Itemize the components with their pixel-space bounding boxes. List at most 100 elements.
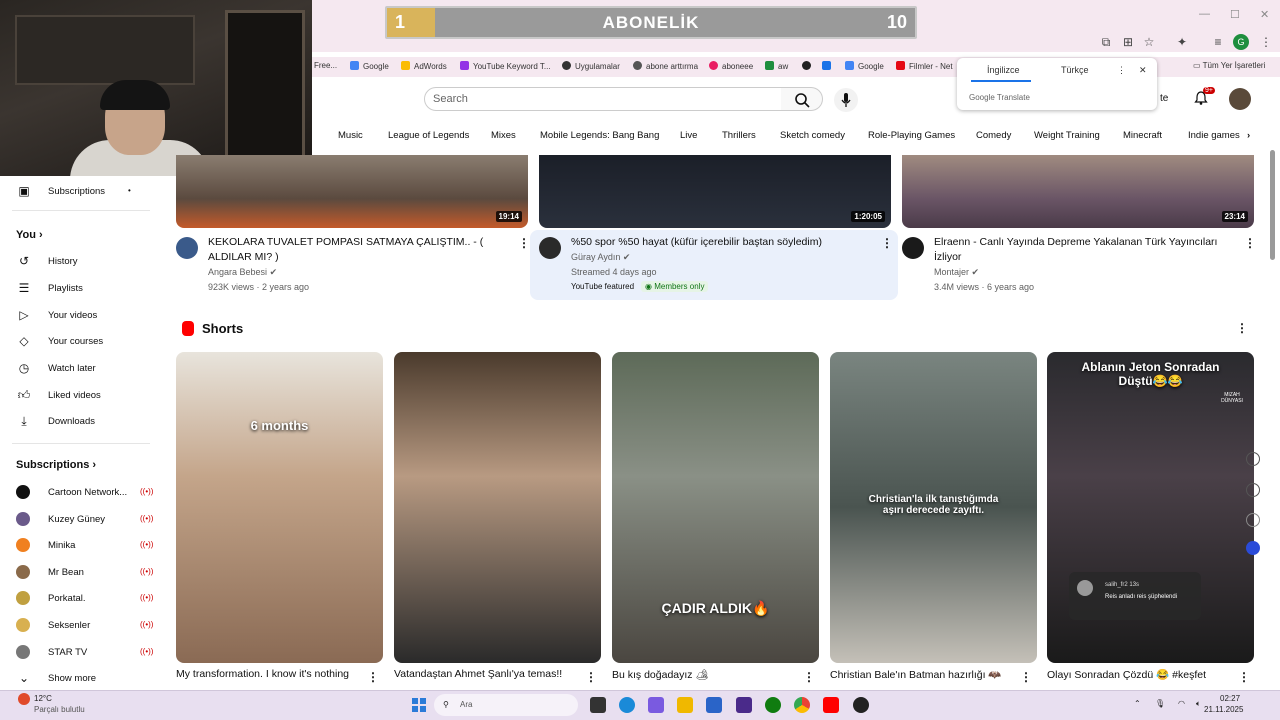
create-button-label[interactable]: te xyxy=(1160,93,1168,104)
bookmark-item[interactable]: abone arttırma xyxy=(633,61,698,71)
short-menu-icon[interactable]: ⋮ xyxy=(1238,670,1250,684)
wifi-icon[interactable]: ◠ xyxy=(1178,699,1185,708)
short-thumbnail[interactable]: Ablanın Jeton Sonradan Düştü😂😂 MIZAH DÜN… xyxy=(1047,352,1254,663)
side-panel-icon[interactable] xyxy=(1246,452,1260,466)
edge-icon[interactable] xyxy=(619,697,635,713)
profile-icon[interactable]: G xyxy=(1233,34,1249,50)
clock-time[interactable]: 02:27 xyxy=(1220,694,1240,703)
sidebar-item-watch-later[interactable]: ◷ Watch later xyxy=(16,361,156,377)
sidebar-channel[interactable]: Kuzey Güney ((•)) xyxy=(16,512,156,528)
chip-weight-training[interactable]: Weight Training xyxy=(1034,130,1100,141)
short-menu-icon[interactable]: ⋮ xyxy=(1020,670,1032,684)
media-icon[interactable]: ≡ xyxy=(1210,34,1226,50)
sidebar-you-heading[interactable]: You › xyxy=(16,229,43,241)
short-title[interactable]: Bu kış doğadayız 🏕 xyxy=(612,668,709,681)
bookmark-item[interactable]: aboneee xyxy=(709,61,753,71)
sidebar-item-your-videos[interactable]: ▷ Your videos xyxy=(16,308,156,324)
bookmark-item[interactable] xyxy=(822,61,835,71)
chip-mixes[interactable]: Mixes xyxy=(491,130,516,141)
translate-target-tab[interactable]: Türkçe xyxy=(1061,65,1089,75)
sidebar-channel[interactable]: Mr Bean ((•)) xyxy=(16,565,156,581)
extensions-icon[interactable]: ✦ xyxy=(1174,34,1190,50)
short-title[interactable]: Olayı Sonradan Çözdü 😂 #keşfet xyxy=(1047,668,1206,681)
video-thumbnail[interactable]: 23:14 xyxy=(902,155,1254,228)
short-menu-icon[interactable]: ⋮ xyxy=(803,670,815,684)
translate-more-button[interactable]: ⋮ xyxy=(1117,65,1126,76)
sidebar-channel[interactable]: Porkatal. ((•)) xyxy=(16,591,156,607)
video-menu-icon[interactable]: ⋮ xyxy=(1244,236,1256,250)
video-thumbnail[interactable]: 1:20:05 xyxy=(539,155,891,228)
channel-avatar[interactable] xyxy=(539,237,561,259)
short-title[interactable]: Vatandaştan Ahmet Şanlı'ya temas!! xyxy=(394,668,562,680)
short-thumbnail[interactable]: 6 months xyxy=(176,352,383,663)
channel-avatar[interactable] xyxy=(902,237,924,259)
clock-date[interactable]: 21.11.2025 xyxy=(1204,705,1243,714)
chip-thrillers[interactable]: Thrillers xyxy=(722,130,756,141)
video-thumbnail[interactable]: 19:14 xyxy=(176,155,528,228)
search-input[interactable] xyxy=(424,87,782,111)
file-explorer-icon[interactable] xyxy=(677,697,693,713)
tray-chevron-icon[interactable]: ⌃ xyxy=(1134,699,1141,708)
scrollbar-thumb[interactable] xyxy=(1270,150,1275,260)
video-channel[interactable]: Angara Bebesi ✔ xyxy=(208,267,277,278)
video-channel[interactable]: Montajer ✔ xyxy=(934,267,979,278)
bookmark-item[interactable]: Free... xyxy=(314,61,337,70)
voice-search-button[interactable] xyxy=(834,88,858,112)
youtube-icon[interactable] xyxy=(823,697,839,713)
sidebar-subscriptions-heading[interactable]: Subscriptions › xyxy=(16,459,96,471)
xbox-icon[interactable] xyxy=(765,697,781,713)
sidebar-item-your-courses[interactable]: ◇ Your courses xyxy=(16,334,156,350)
bookmark-item[interactable]: Filmler - Net xyxy=(896,61,953,71)
bookmark-item[interactable]: Google xyxy=(350,61,389,71)
short-title[interactable]: Christian Bale'ın Batman hazırlığı 🦇 xyxy=(830,668,1002,681)
sidebar-item-liked-videos[interactable]: 👍︎ Liked videos xyxy=(16,388,156,404)
short-thumbnail[interactable]: ÇADIR ALDIK🔥 xyxy=(612,352,819,663)
sidebar-item-playlists[interactable]: ☰ Playlists xyxy=(16,281,156,297)
side-panel-icon[interactable] xyxy=(1246,483,1260,497)
all-bookmarks[interactable]: ▭ Tüm Yer İşaretleri xyxy=(1193,61,1265,70)
sidebar-channel[interactable]: Seksenler ((•)) xyxy=(16,618,156,634)
bookmark-item[interactable] xyxy=(802,61,815,71)
chip-league-of-legends[interactable]: League of Legends xyxy=(388,130,469,141)
app-icon[interactable] xyxy=(736,697,752,713)
video-title[interactable]: %50 spor %50 hayat (küfür içerebilir baş… xyxy=(571,235,871,250)
bookmark-star-icon[interactable]: ☆ xyxy=(1141,34,1157,50)
bookmark-item[interactable]: YouTube Keyword T... xyxy=(460,61,551,71)
chip-music[interactable]: Music xyxy=(338,130,363,141)
chip-comedy[interactable]: Comedy xyxy=(976,130,1011,141)
chip-role-playing-games[interactable]: Role-Playing Games xyxy=(868,130,955,141)
account-avatar[interactable] xyxy=(1229,88,1251,110)
video-title[interactable]: KEKOLARA TUVALET POMPASI SATMAYA ÇALIŞTI… xyxy=(208,235,508,265)
close-window-button[interactable]: ✕ xyxy=(1260,8,1269,21)
video-title[interactable]: Elraenn - Canlı Yayında Depreme Yakalana… xyxy=(934,235,1234,265)
chip-sketch-comedy[interactable]: Sketch comedy xyxy=(780,130,845,141)
chip-minecraft[interactable]: Minecraft xyxy=(1123,130,1162,141)
weather-icon[interactable] xyxy=(18,693,30,705)
shorts-menu-icon[interactable]: ⋮ xyxy=(1236,321,1248,335)
search-button[interactable] xyxy=(781,87,823,111)
taskbar-search[interactable] xyxy=(434,694,578,716)
task-view-icon[interactable] xyxy=(590,697,606,713)
video-channel[interactable]: Güray Aydın ✔ xyxy=(571,252,630,263)
chip-indie-games[interactable]: Indie games xyxy=(1188,130,1240,141)
volume-icon[interactable]: 🔈︎ xyxy=(1196,699,1201,709)
minimize-button[interactable]: — xyxy=(1199,8,1210,20)
sidebar-item-history[interactable]: ↺ History xyxy=(16,254,156,270)
short-title[interactable]: My transformation. I know it's nothing xyxy=(176,668,349,680)
mic-tray-icon[interactable]: 🎙︎ xyxy=(1155,699,1165,708)
bookmark-item[interactable]: AdWords xyxy=(401,61,447,71)
bookmark-item[interactable]: Google xyxy=(845,61,884,71)
sidebar-item-downloads[interactable]: ⤓ Downloads xyxy=(16,414,156,430)
sidebar-show-more[interactable]: ⌄ Show more xyxy=(16,671,156,687)
menu-icon[interactable]: ⋮ xyxy=(1258,34,1274,50)
assistant-icon[interactable] xyxy=(1246,541,1260,555)
store-icon[interactable] xyxy=(706,697,722,713)
sidebar-item-subscriptions[interactable]: ▣ Subscriptions • xyxy=(16,184,156,200)
side-panel-icon[interactable] xyxy=(1246,513,1260,527)
sidebar-channel[interactable]: Cartoon Network... ((•)) xyxy=(16,485,156,501)
sidebar-channel[interactable]: Minika ((•)) xyxy=(16,538,156,554)
short-menu-icon[interactable]: ⋮ xyxy=(585,670,597,684)
video-menu-icon[interactable]: ⋮ xyxy=(881,236,893,250)
short-menu-icon[interactable]: ⋮ xyxy=(367,670,379,684)
channel-avatar[interactable] xyxy=(176,237,198,259)
